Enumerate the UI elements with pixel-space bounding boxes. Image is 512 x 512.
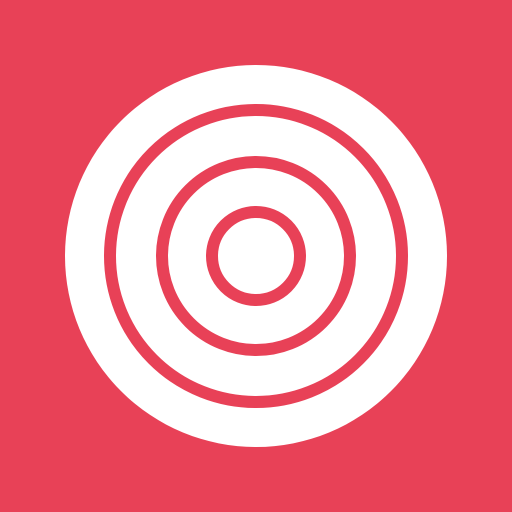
outer-disc — [65, 65, 447, 447]
target-icon — [0, 0, 512, 512]
app-icon — [0, 0, 512, 512]
